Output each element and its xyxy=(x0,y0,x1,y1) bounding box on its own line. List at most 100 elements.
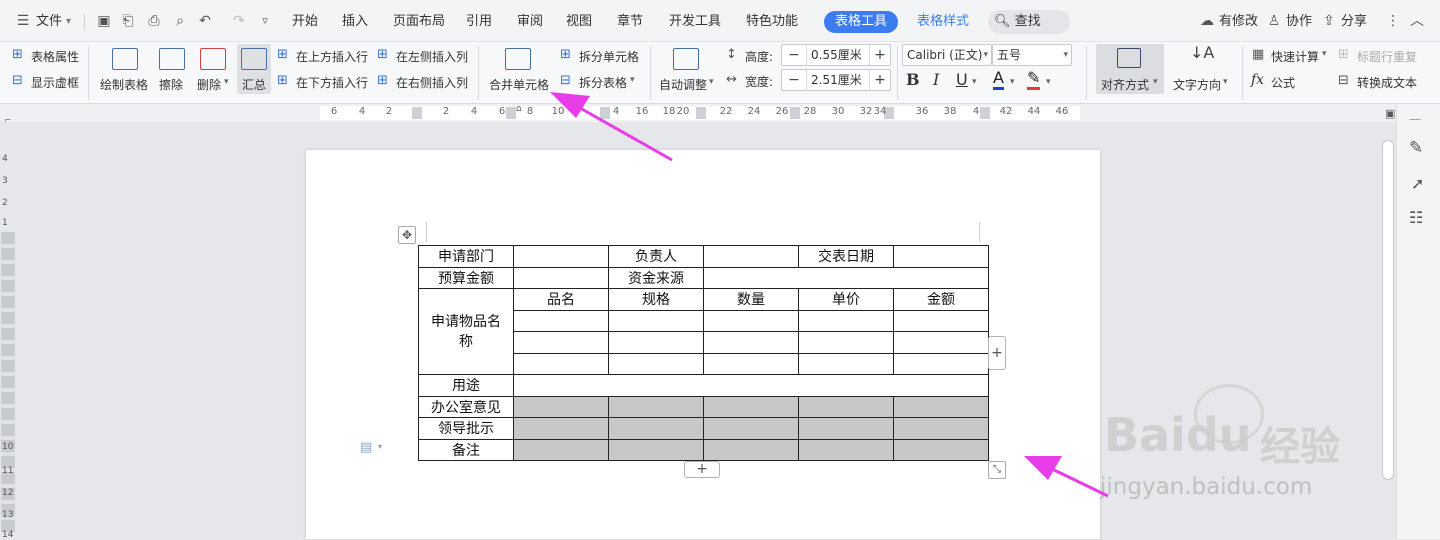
table-cell[interactable] xyxy=(703,245,799,268)
chevron-down-icon[interactable]: ▾ xyxy=(630,75,635,85)
height-stepper[interactable]: − 0.55厘米 + xyxy=(781,44,891,66)
increase-icon[interactable]: + xyxy=(870,70,890,90)
table-cell[interactable] xyxy=(608,309,704,332)
formula-button[interactable]: 公式 xyxy=(1271,74,1295,91)
chevron-down-icon[interactable]: ▾ xyxy=(66,11,71,33)
table-cell-selected[interactable] xyxy=(893,438,989,461)
table-cell-selected[interactable] xyxy=(608,395,704,418)
minus-icon[interactable]: — xyxy=(1409,112,1421,126)
title-repeat-button[interactable]: 标题行重复 xyxy=(1357,48,1417,65)
table-cell[interactable] xyxy=(703,309,799,332)
split-table-button[interactable]: 拆分表格 xyxy=(579,74,627,91)
table-cell-selected[interactable] xyxy=(703,438,799,461)
chevron-down-icon[interactable]: ▾ xyxy=(972,77,977,87)
chevron-down-icon[interactable]: ▾ xyxy=(224,77,229,87)
more-options-icon[interactable]: ⋮ xyxy=(1384,12,1402,30)
highlight-icon[interactable]: ✎ xyxy=(1027,69,1041,90)
table-cell-selected[interactable] xyxy=(798,395,894,418)
search-button[interactable]: 🔍︎ 查找 xyxy=(988,10,1070,34)
font-color-button[interactable]: A xyxy=(993,69,1004,90)
save-icon[interactable]: ▣ xyxy=(95,12,113,30)
table-cell[interactable] xyxy=(608,331,704,354)
italic-button[interactable]: I xyxy=(933,69,939,91)
export-icon[interactable]: ⎗ xyxy=(119,12,137,30)
table-cell[interactable] xyxy=(703,266,989,289)
bold-button[interactable]: B xyxy=(906,69,920,91)
tab-table-style[interactable]: 表格样式 xyxy=(917,11,969,33)
font-name-select[interactable]: Calibri (正文) ▾ xyxy=(902,44,992,66)
more-dropdown-icon[interactable]: ▿ xyxy=(256,12,274,30)
tab-developer[interactable]: 开发工具 xyxy=(669,11,721,33)
table-cell[interactable] xyxy=(513,331,609,354)
collapse-ribbon-icon[interactable]: ︿ xyxy=(1408,12,1426,30)
decrease-icon[interactable]: − xyxy=(784,45,804,65)
table-cell-selected[interactable] xyxy=(893,395,989,418)
width-value[interactable]: 2.51厘米 xyxy=(806,70,870,90)
tab-home[interactable]: 开始 xyxy=(292,11,318,33)
table-cell[interactable]: 办公室意见 xyxy=(418,395,514,418)
tab-review[interactable]: 审阅 xyxy=(517,11,543,33)
tab-view[interactable]: 视图 xyxy=(566,11,592,33)
table-cell-selected[interactable] xyxy=(798,438,894,461)
print-preview-icon[interactable]: ⌕ xyxy=(171,12,189,30)
text-direction-button[interactable]: 文字方向 xyxy=(1173,76,1221,93)
draw-table-button[interactable]: 绘制表格 xyxy=(100,76,148,93)
table-cell[interactable]: 数量 xyxy=(703,288,799,311)
table-cell[interactable] xyxy=(893,331,989,354)
print-icon[interactable]: ⎙ xyxy=(145,12,163,30)
table-cell[interactable] xyxy=(703,352,799,375)
table-cell[interactable]: 金额 xyxy=(893,288,989,311)
table-cell[interactable] xyxy=(798,352,894,375)
quick-calc-button[interactable]: 快速计算 xyxy=(1271,48,1319,65)
table-cell[interactable]: 资金来源 xyxy=(608,266,704,289)
tab-special[interactable]: 特色功能 xyxy=(746,11,798,33)
table-cell[interactable] xyxy=(893,352,989,375)
table-properties-button[interactable]: 表格属性 xyxy=(31,48,79,65)
summary-button[interactable]: 汇总 xyxy=(237,44,271,94)
font-size-select[interactable]: 五号 ▾ xyxy=(992,44,1072,66)
redo-icon[interactable]: ↷ xyxy=(230,12,248,30)
table-cell-selected[interactable] xyxy=(513,417,609,440)
file-menu[interactable]: 文件 xyxy=(36,11,62,33)
split-cells-button[interactable]: 拆分单元格 xyxy=(579,48,639,65)
insert-row-above-button[interactable]: 在上方插入行 xyxy=(296,48,368,65)
align-button[interactable]: 对齐方式 ▾ xyxy=(1096,44,1164,94)
merge-cells-button[interactable]: 合并单元格 xyxy=(489,76,549,93)
undo-icon[interactable]: ↶ xyxy=(196,12,214,30)
table-cell[interactable] xyxy=(608,352,704,375)
table-cell[interactable] xyxy=(513,374,989,397)
table-cell[interactable]: 用途 xyxy=(418,374,514,397)
insert-col-right-button[interactable]: 在右侧插入列 xyxy=(396,74,468,91)
modified-status[interactable]: 有修改 xyxy=(1219,11,1258,33)
height-value[interactable]: 0.55厘米 xyxy=(806,45,870,65)
ruler-column-marker[interactable] xyxy=(412,107,422,119)
ruler-column-marker[interactable] xyxy=(696,107,706,119)
table-cell[interactable] xyxy=(893,245,989,268)
tab-page-layout[interactable]: 页面布局 xyxy=(393,11,445,33)
share-button[interactable]: 分享 xyxy=(1341,11,1367,33)
tab-insert[interactable]: 插入 xyxy=(342,11,368,33)
chevron-down-icon[interactable]: ▾ xyxy=(1046,77,1051,87)
underline-button[interactable]: U xyxy=(956,69,968,91)
form-table[interactable]: 申请部门 负责人 交表日期 预算金额 资金来源 申请物品名称 品名 规格 数量 … xyxy=(418,245,989,461)
document-page[interactable]: ✥ 申请部门 负责人 交表日期 预算金额 资金来源 申请物品名称 品名 规格 数… xyxy=(306,150,1100,539)
convert-to-text-button[interactable]: 转换成文本 xyxy=(1357,74,1417,91)
chevron-down-icon[interactable]: ▾ xyxy=(378,442,382,451)
tab-references[interactable]: 引用 xyxy=(466,11,492,33)
table-cell[interactable]: 交表日期 xyxy=(798,245,894,268)
table-cell[interactable]: 规格 xyxy=(608,288,704,311)
add-row-button[interactable]: + xyxy=(684,461,720,478)
add-column-button[interactable]: + xyxy=(988,336,1006,370)
chevron-down-icon[interactable]: ▾ xyxy=(1223,77,1228,87)
table-cell-selected[interactable] xyxy=(608,417,704,440)
decrease-icon[interactable]: − xyxy=(784,70,804,90)
table-cell-selected[interactable] xyxy=(513,395,609,418)
horizontal-ruler[interactable]: 6 4 2 2 4 6 8 10 4 16 18 20 22 24 26 28 … xyxy=(0,104,1440,122)
table-cell-selected[interactable] xyxy=(608,438,704,461)
table-cell[interactable]: 单价 xyxy=(798,288,894,311)
edit-pen-icon[interactable]: ✎ xyxy=(1409,138,1423,158)
erase-button[interactable]: 擦除 xyxy=(159,76,183,93)
width-stepper[interactable]: − 2.51厘米 + xyxy=(781,69,891,91)
table-cell[interactable] xyxy=(798,331,894,354)
table-cell-selected[interactable] xyxy=(703,417,799,440)
